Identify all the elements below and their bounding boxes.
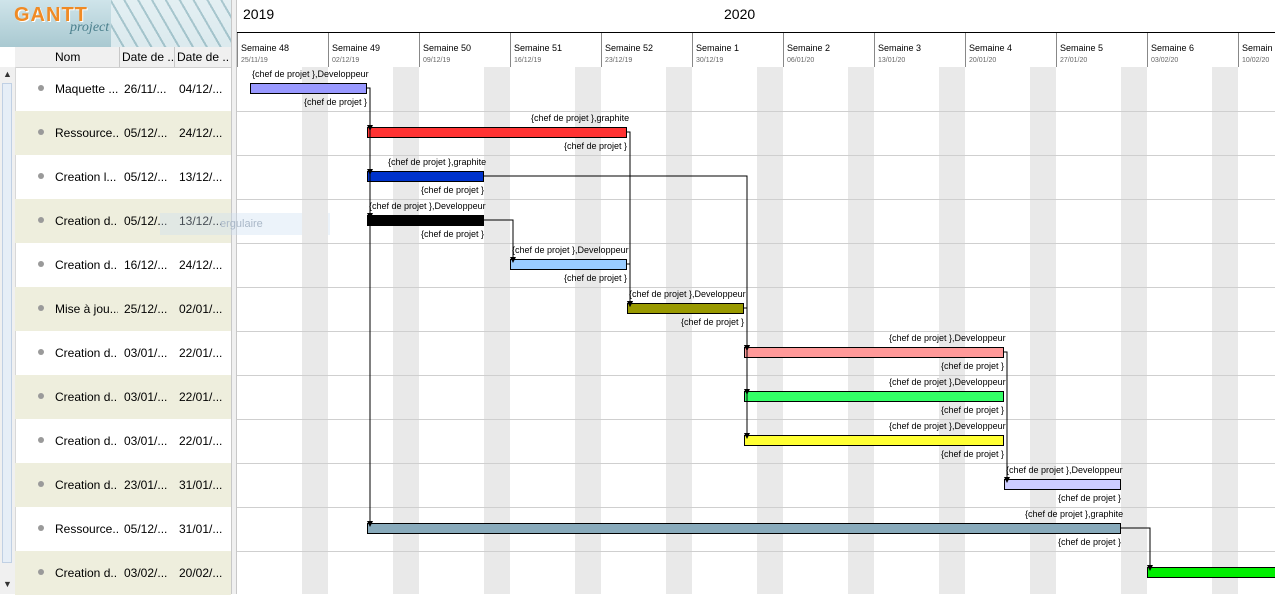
task-name: Maquette ...	[55, 82, 118, 96]
vertical-scrollbar[interactable]: ▲ ▼	[0, 67, 16, 594]
task-name: Creation l...	[55, 170, 117, 184]
task-bullet-icon	[38, 217, 44, 223]
task-row[interactable]: Creation d... 03/02/... 20/02/...	[15, 551, 231, 595]
arrowhead-icon	[1147, 565, 1153, 571]
column-header-start-date[interactable]: Date de ...	[122, 50, 174, 64]
task-table-header: Nom Date de ... Date de ...	[15, 47, 231, 68]
task-row[interactable]: Mise à jou... 25/12/... 02/01/...	[15, 287, 231, 331]
dependency-arrow	[627, 263, 631, 302]
task-end-date: 20/02/...	[179, 566, 223, 580]
task-row[interactable]: Creation l... 05/12/... 13/12/...	[15, 155, 231, 199]
task-row[interactable]: Creation d... 16/12/... 24/12/...	[15, 243, 231, 287]
task-start-date: 05/12/...	[124, 522, 168, 536]
task-start-date: 05/12/...	[124, 170, 168, 184]
task-end-date: 22/01/...	[179, 346, 223, 360]
scroll-up-arrow-icon[interactable]: ▲	[3, 69, 12, 79]
arrowhead-icon	[510, 257, 516, 263]
scroll-down-arrow-icon[interactable]: ▼	[3, 579, 12, 589]
task-row[interactable]: Maquette ... 26/11/... 04/12/...	[15, 67, 231, 111]
task-row[interactable]: Ressource... 05/12/... 31/01/...	[15, 507, 231, 551]
task-name: Creation d...	[55, 258, 118, 272]
task-start-date: 25/12/...	[124, 302, 168, 316]
task-start-date: 03/01/...	[124, 346, 168, 360]
task-start-date: 26/11/...	[124, 82, 167, 96]
task-bullet-icon	[38, 261, 44, 267]
column-header-end-date[interactable]: Date de ...	[177, 50, 229, 64]
ganttproject-logo: GANTT project	[0, 0, 231, 47]
task-start-date: 16/12/...	[124, 258, 168, 272]
task-name: Creation d...	[55, 390, 118, 404]
task-row[interactable]: Ressource... 05/12/... 24/12/...	[15, 111, 231, 155]
task-end-date: 04/12/...	[179, 82, 223, 96]
arrowhead-icon	[367, 521, 373, 527]
arrowhead-icon	[744, 433, 750, 439]
task-bullet-icon	[38, 437, 44, 443]
column-header-name[interactable]: Nom	[55, 50, 115, 64]
task-name: Creation d...	[55, 214, 118, 228]
column-separator[interactable]	[174, 47, 175, 67]
task-end-date: 22/01/...	[179, 390, 223, 404]
column-separator[interactable]	[119, 47, 120, 67]
arrowhead-icon	[627, 301, 633, 307]
task-name: Creation d...	[55, 434, 118, 448]
dependency-arrow	[1004, 351, 1008, 478]
task-name: Creation d...	[55, 478, 118, 492]
task-bullet-icon	[38, 173, 44, 179]
arrowhead-icon	[1004, 477, 1010, 483]
task-start-date: 05/12/...	[124, 126, 168, 140]
task-name: Ressource...	[55, 522, 118, 536]
task-end-date: 13/12/...	[179, 170, 223, 184]
task-row[interactable]: Creation d... 03/01/... 22/01/...	[15, 331, 231, 375]
dependency-arrows	[367, 87, 1153, 571]
logo-pattern	[111, 0, 231, 47]
task-start-date: 23/01/...	[124, 478, 168, 492]
task-start-date: 03/01/...	[124, 390, 168, 404]
task-end-date: 24/12/...	[179, 258, 223, 272]
dependency-arrow	[1121, 527, 1151, 566]
task-name: Creation d...	[55, 346, 118, 360]
task-bullet-icon	[38, 393, 44, 399]
task-row[interactable]: Creation d... 03/01/... 22/01/...	[15, 419, 231, 463]
task-bullet-icon	[38, 85, 44, 91]
task-table-panel: GANTT project Nom Date de ... Date de ..…	[0, 0, 231, 595]
task-bullet-icon	[38, 305, 44, 311]
task-end-date: 02/01/...	[179, 302, 223, 316]
task-name: Creation d...	[55, 566, 118, 580]
task-row[interactable]: Creation d... 03/01/... 22/01/...	[15, 375, 231, 419]
task-row[interactable]: Creation d... 23/01/... 31/01/...	[15, 463, 231, 507]
task-bullet-icon	[38, 569, 44, 575]
gantt-chart-area[interactable]: 2019 2020 Semaine 48 25/11/19 Semaine 49 02…	[237, 0, 1275, 594]
dependency-arrow	[367, 87, 371, 522]
scroll-thumb[interactable]	[2, 83, 12, 563]
dependency-arrow	[744, 307, 748, 434]
task-end-date: 31/01/...	[179, 522, 223, 536]
task-name: Mise à jou...	[55, 302, 118, 316]
logo-sub-text: project	[70, 20, 110, 35]
task-end-date: 22/01/...	[179, 434, 223, 448]
task-bullet-icon	[38, 481, 44, 487]
task-end-date: 24/12/...	[179, 126, 223, 140]
dependency-arrow	[484, 175, 748, 346]
task-bullet-icon	[38, 129, 44, 135]
task-bullet-icon	[38, 525, 44, 531]
task-start-date: 03/02/...	[124, 566, 168, 580]
dependency-arrow	[484, 219, 514, 258]
task-start-date: 03/01/...	[124, 434, 168, 448]
task-name: Ressource...	[55, 126, 118, 140]
task-end-date: 31/01/...	[179, 478, 223, 492]
task-bullet-icon	[38, 349, 44, 355]
